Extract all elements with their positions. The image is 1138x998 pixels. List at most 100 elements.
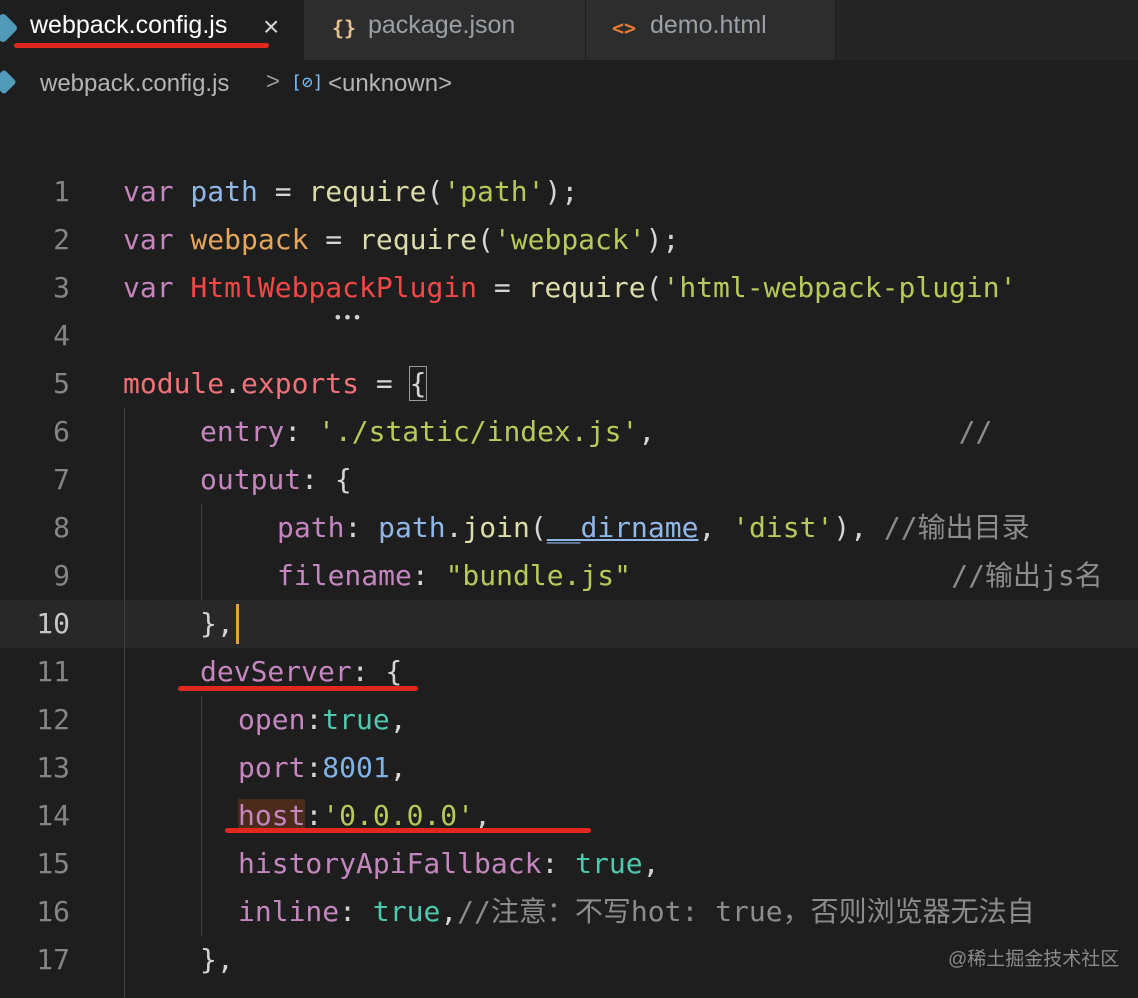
token-string: "bundle.js" [445, 559, 632, 592]
code-line: var path = require('path'); [123, 168, 578, 216]
tab-bar: webpack.config.js × {} package.json <> d… [0, 0, 1138, 60]
token-punct: . [445, 511, 463, 544]
text-cursor [236, 604, 239, 644]
token-punct: , [642, 847, 660, 880]
line-number: 7 [53, 463, 70, 496]
token-keyword: var [123, 223, 174, 256]
token-operator: = [359, 367, 410, 400]
line-number: 14 [36, 799, 70, 832]
symbol-icon: [⊘] [291, 72, 324, 93]
tab-package-json[interactable]: {} package.json [304, 0, 586, 60]
token-punct: , [389, 703, 407, 736]
token-string: 'path' [443, 175, 545, 208]
token-property: entry [200, 415, 285, 448]
line-number: 1 [53, 175, 70, 208]
annotation-underline [178, 686, 418, 691]
tab-demo-html[interactable]: <> demo.html [586, 0, 836, 60]
code-line: port:8001, [238, 744, 407, 792]
token-comment: //输出js名 [631, 559, 1103, 592]
breadcrumb-symbol[interactable]: <unknown> [328, 70, 452, 98]
annotation-underline [14, 43, 269, 48]
token-property: path [277, 511, 345, 544]
code-line: historyApiFallback: true, [238, 840, 659, 888]
token-function: join [462, 511, 530, 544]
token-property: inline [238, 895, 340, 928]
indent-guide [124, 408, 125, 998]
code-editor[interactable]: 1 2 3 4 5 6 7 8 9 10 11 12 13 14 15 16 1… [0, 106, 1138, 998]
code-line: }, [200, 600, 234, 648]
token-string: 'html-webpack-plugin' [662, 271, 1017, 304]
token-punct: : [305, 751, 323, 784]
token-punct: ( [529, 511, 547, 544]
token-comment: // [655, 415, 993, 448]
token-function: require [527, 271, 646, 304]
token-function: require [359, 223, 478, 256]
line-number: 4 [53, 319, 70, 352]
token-string: './static/index.js' [318, 415, 639, 448]
chevron-right-icon: > [266, 68, 281, 95]
token-boolean: true [575, 847, 643, 880]
line-number: 9 [53, 559, 70, 592]
breadcrumb-file[interactable]: webpack.config.js [40, 70, 229, 98]
annotation-underline [225, 828, 591, 833]
tab-label: demo.html [650, 11, 767, 39]
webpack-file-icon [0, 12, 19, 44]
html-file-icon: <> [612, 16, 637, 40]
line-number: 11 [36, 655, 70, 688]
code-line: open:true, [238, 696, 407, 744]
token-comment: //输出目录 [883, 511, 1030, 544]
code-line: entry: './static/index.js', // [200, 408, 992, 456]
indent-guide [201, 696, 202, 936]
line-number: 16 [36, 895, 70, 928]
token-punct: ); [645, 223, 680, 256]
line-number: 15 [36, 847, 70, 880]
line-number: 3 [53, 271, 70, 304]
token-operator: = [325, 223, 343, 256]
token-property: port [238, 751, 306, 784]
line-number: 2 [53, 223, 70, 256]
token-keyword: var [123, 271, 174, 304]
token-property: filename [277, 559, 412, 592]
code-line: path: path.join(__dirname, 'dist'), //输出… [277, 504, 1030, 552]
token-punct: ), [833, 511, 884, 544]
tab-webpack-config[interactable]: webpack.config.js × [0, 0, 304, 60]
token-identifier: module [123, 367, 225, 400]
token-boolean: true [322, 703, 390, 736]
token-punct: : [411, 559, 446, 592]
token-keyword: var [123, 175, 174, 208]
indent-guide [201, 504, 202, 600]
token-punct: : [541, 847, 576, 880]
code-line: module.exports = { [123, 360, 428, 408]
line-number: 8 [53, 511, 70, 544]
token-identifier: HtmlWebpackPlugin [173, 271, 494, 304]
token-punct: : [344, 511, 379, 544]
line-number: 17 [36, 943, 70, 976]
token-punct: , [698, 511, 733, 544]
token-operator: = [274, 175, 292, 208]
close-icon[interactable]: × [263, 12, 279, 42]
token-identifier: path [378, 511, 446, 544]
token-identifier: webpack [173, 223, 326, 256]
token-brace: { [408, 366, 428, 401]
token-punct: }, [200, 943, 234, 976]
current-line-highlight [0, 600, 1138, 648]
token-punct: . [224, 367, 242, 400]
token-identifier: __dirname [546, 511, 699, 544]
token-property: devServer [200, 655, 352, 688]
line-number: 13 [36, 751, 70, 784]
token-boolean: true [372, 895, 441, 928]
line-number: 5 [53, 367, 70, 400]
tab-label: webpack.config.js [30, 11, 228, 39]
token-string: 'webpack' [493, 223, 646, 256]
code-line: inline: true,//注意：不写hot: true，否则浏览器无法自 [238, 888, 1035, 936]
token-number: 8001 [322, 751, 390, 784]
token-property: output [200, 463, 302, 496]
token-punct: : { [301, 463, 352, 496]
watermark: @稀土掘金技术社区 [948, 949, 1120, 970]
token-punct: ( [477, 223, 494, 256]
line-number: 6 [53, 415, 70, 448]
token-punct: ( [645, 271, 663, 304]
